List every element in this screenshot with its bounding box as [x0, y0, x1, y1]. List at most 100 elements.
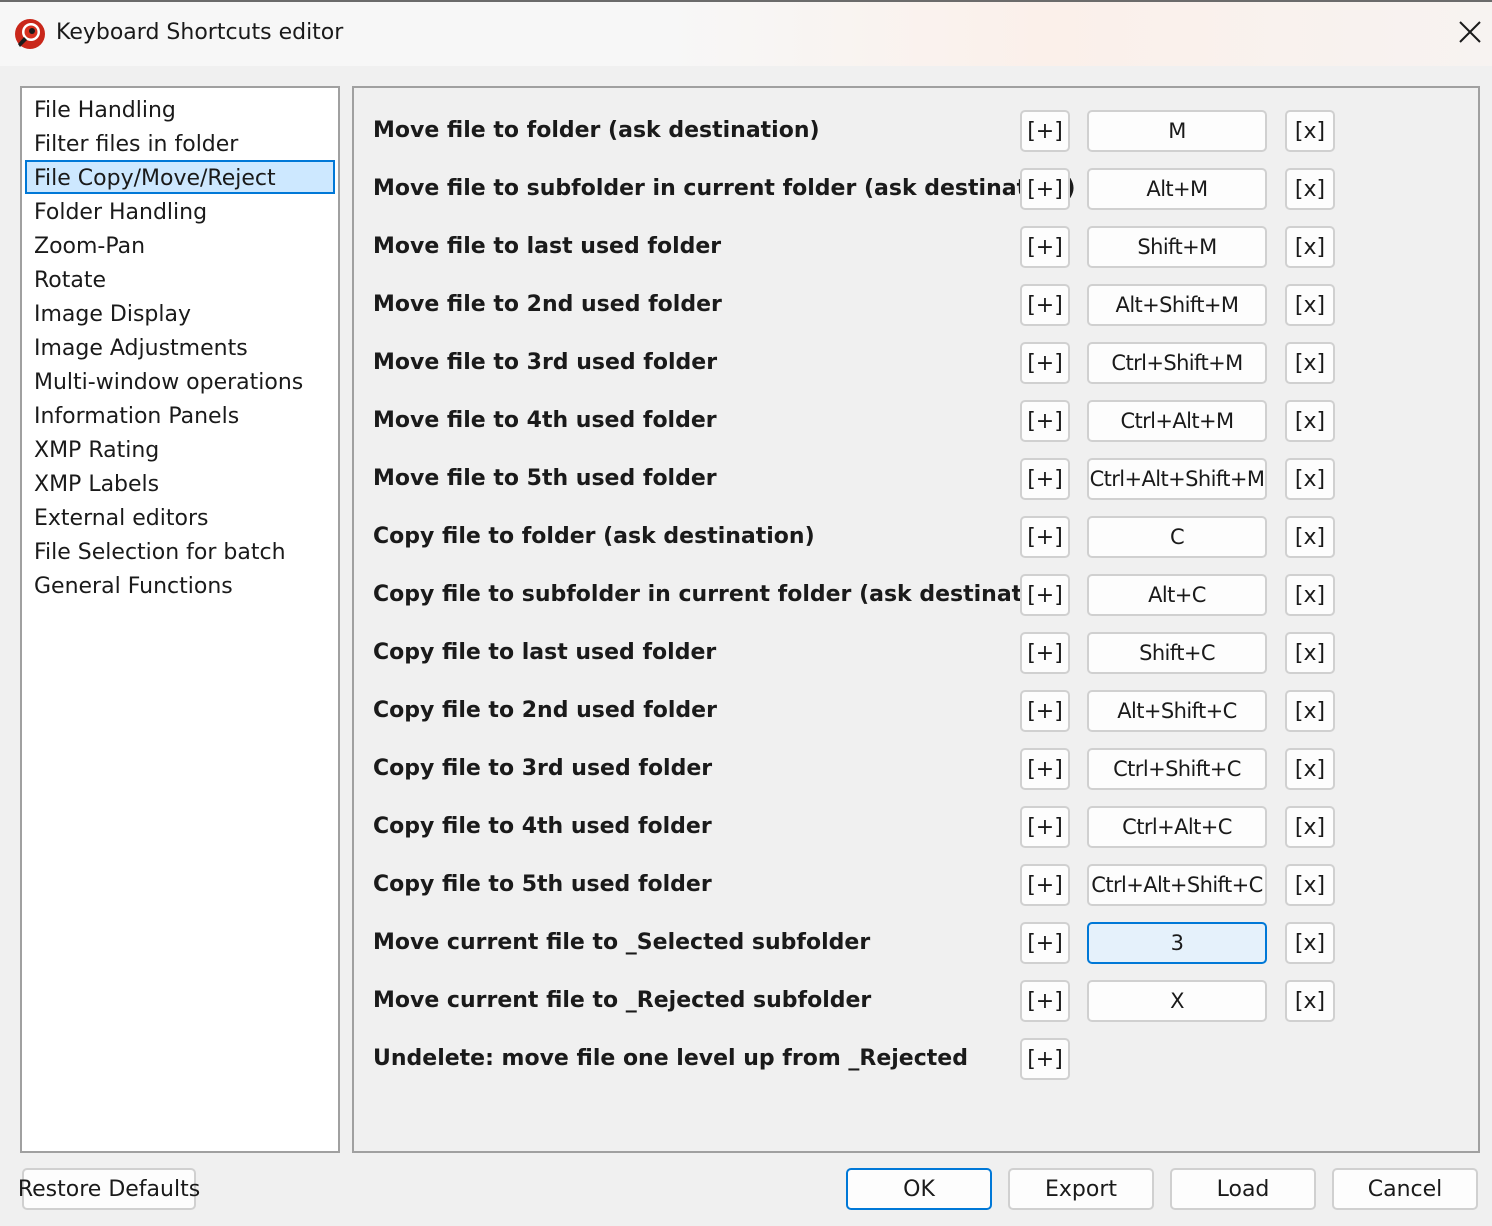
sidebar-item[interactable]: Image Adjustments: [25, 330, 335, 364]
shortcut-action-label: Move file to subfolder in current folder…: [373, 176, 1076, 201]
sidebar-item[interactable]: Information Panels: [25, 398, 335, 432]
sidebar-item[interactable]: Image Display: [25, 296, 335, 330]
add-shortcut-button[interactable]: [+]: [1020, 864, 1070, 906]
sidebar-item[interactable]: External editors: [25, 500, 335, 534]
remove-shortcut-button[interactable]: [x]: [1285, 458, 1335, 500]
shortcut-action-label: Copy file to 2nd used folder: [373, 698, 717, 723]
add-shortcut-button[interactable]: [+]: [1020, 690, 1070, 732]
app-logo-icon: [14, 18, 46, 50]
keyboard-shortcuts-dialog: Keyboard Shortcuts editor File Handling F…: [0, 0, 1492, 1226]
add-shortcut-button[interactable]: [+]: [1020, 922, 1070, 964]
add-shortcut-button[interactable]: [+]: [1020, 980, 1070, 1022]
remove-shortcut-button[interactable]: [x]: [1285, 574, 1335, 616]
remove-shortcut-button[interactable]: [x]: [1285, 632, 1335, 674]
shortcut-action-label: Copy file to last used folder: [373, 640, 717, 665]
shortcut-key-field[interactable]: Ctrl+Alt+M: [1087, 400, 1267, 442]
remove-shortcut-button[interactable]: [x]: [1285, 110, 1335, 152]
add-shortcut-button[interactable]: [+]: [1020, 516, 1070, 558]
shortcut-key-field[interactable]: Ctrl+Shift+C: [1087, 748, 1267, 790]
shortcut-key-field[interactable]: Alt+C: [1087, 574, 1267, 616]
shortcut-row: Move file to 5th used folder [+] Ctrl+Alt+…: [354, 450, 1478, 508]
sidebar-item[interactable]: File Selection for batch: [25, 534, 335, 568]
load-button[interactable]: Load: [1170, 1168, 1316, 1210]
shortcut-key-field[interactable]: Ctrl+Alt+Shift+C: [1087, 864, 1267, 906]
shortcuts-panel: Move file to folder (ask destination) [+]…: [352, 86, 1480, 1153]
title-bar: Keyboard Shortcuts editor: [0, 2, 1492, 66]
shortcut-key-field[interactable]: Ctrl+Alt+C: [1087, 806, 1267, 848]
remove-shortcut-button[interactable]: [x]: [1285, 168, 1335, 210]
shortcut-key-field[interactable]: C: [1087, 516, 1267, 558]
sidebar-item[interactable]: Folder Handling: [25, 194, 335, 228]
remove-shortcut-button[interactable]: [x]: [1285, 864, 1335, 906]
close-icon: [1458, 20, 1482, 48]
remove-shortcut-button[interactable]: [x]: [1285, 922, 1335, 964]
add-shortcut-button[interactable]: [+]: [1020, 226, 1070, 268]
add-shortcut-button[interactable]: [+]: [1020, 400, 1070, 442]
shortcut-action-label: Move file to 4th used folder: [373, 408, 717, 433]
ok-button[interactable]: OK: [846, 1168, 992, 1210]
sidebar-item[interactable]: Filter files in folder: [25, 126, 335, 160]
shortcut-row: Copy file to subfolder in current folder…: [354, 566, 1478, 624]
shortcut-key-field[interactable]: Ctrl+Alt+Shift+M: [1087, 458, 1267, 500]
add-shortcut-button[interactable]: [+]: [1020, 458, 1070, 500]
add-shortcut-button[interactable]: [+]: [1020, 806, 1070, 848]
add-shortcut-button[interactable]: [+]: [1020, 574, 1070, 616]
remove-shortcut-button[interactable]: [x]: [1285, 284, 1335, 326]
shortcut-key-field[interactable]: 3: [1087, 922, 1267, 964]
add-shortcut-button[interactable]: [+]: [1020, 748, 1070, 790]
shortcut-row: Move file to 2nd used folder [+] Alt+Shift…: [354, 276, 1478, 334]
sidebar-item[interactable]: File Copy/Move/Reject: [25, 160, 335, 194]
remove-shortcut-button[interactable]: [x]: [1285, 690, 1335, 732]
add-shortcut-button[interactable]: [+]: [1020, 1038, 1070, 1080]
shortcut-action-label: Move file to folder (ask destination): [373, 118, 820, 143]
add-shortcut-button[interactable]: [+]: [1020, 110, 1070, 152]
sidebar-item[interactable]: Multi-window operations: [25, 364, 335, 398]
shortcut-row: Move file to subfolder in current folder…: [354, 160, 1478, 218]
shortcut-key-field[interactable]: Shift+M: [1087, 226, 1267, 268]
sidebar-item[interactable]: XMP Labels: [25, 466, 335, 500]
restore-defaults-button[interactable]: Restore Defaults: [18, 1168, 200, 1210]
shortcut-action-label: Copy file to 3rd used folder: [373, 756, 713, 781]
shortcut-action-label: Copy file to 4th used folder: [373, 814, 712, 839]
remove-shortcut-button[interactable]: [x]: [1285, 516, 1335, 558]
shortcut-action-label: Undelete: move file one level up from _R…: [373, 1046, 968, 1071]
sidebar-item[interactable]: XMP Rating: [25, 432, 335, 466]
add-shortcut-button[interactable]: [+]: [1020, 632, 1070, 674]
shortcut-row: Move file to folder (ask destination) [+]…: [354, 102, 1478, 160]
shortcut-key-field[interactable]: Alt+Shift+M: [1087, 284, 1267, 326]
shortcut-action-label: Copy file to folder (ask destination): [373, 524, 815, 549]
remove-shortcut-button[interactable]: [x]: [1285, 748, 1335, 790]
shortcut-row: Copy file to 5th used folder [+] Ctrl+Alt+…: [354, 856, 1478, 914]
sidebar-item[interactable]: File Handling: [25, 92, 335, 126]
shortcut-action-label: Move file to last used folder: [373, 234, 722, 259]
remove-shortcut-button[interactable]: [x]: [1285, 400, 1335, 442]
add-shortcut-button[interactable]: [+]: [1020, 168, 1070, 210]
shortcut-key-field[interactable]: Alt+M: [1087, 168, 1267, 210]
shortcut-key-field[interactable]: M: [1087, 110, 1267, 152]
cancel-button[interactable]: Cancel: [1332, 1168, 1478, 1210]
shortcut-key-field[interactable]: Alt+Shift+C: [1087, 690, 1267, 732]
remove-shortcut-button[interactable]: [x]: [1285, 806, 1335, 848]
sidebar-item[interactable]: General Functions: [25, 568, 335, 602]
shortcut-row: Copy file to 3rd used folder [+] Ctrl+Shif…: [354, 740, 1478, 798]
shortcut-action-label: Move file to 2nd used folder: [373, 292, 722, 317]
shortcut-action-label: Copy file to 5th used folder: [373, 872, 712, 897]
shortcut-key-field[interactable]: Shift+C: [1087, 632, 1267, 674]
sidebar-item[interactable]: Zoom-Pan: [25, 228, 335, 262]
shortcut-row: Copy file to 2nd used folder [+] Alt+Shift…: [354, 682, 1478, 740]
shortcut-row: Move file to last used folder [+] Shift+M […: [354, 218, 1478, 276]
add-shortcut-button[interactable]: [+]: [1020, 284, 1070, 326]
sidebar-item[interactable]: Rotate: [25, 262, 335, 296]
add-shortcut-button[interactable]: [+]: [1020, 342, 1070, 384]
remove-shortcut-button[interactable]: [x]: [1285, 342, 1335, 384]
shortcut-key-field[interactable]: X: [1087, 980, 1267, 1022]
shortcut-row: Move file to 4th used folder [+] Ctrl+Alt+…: [354, 392, 1478, 450]
category-list[interactable]: File Handling Filter files in folder File …: [20, 86, 340, 1153]
export-button[interactable]: Export: [1008, 1168, 1154, 1210]
remove-shortcut-button[interactable]: [x]: [1285, 226, 1335, 268]
remove-shortcut-button[interactable]: [x]: [1285, 980, 1335, 1022]
close-button[interactable]: [1452, 14, 1488, 54]
shortcut-key-field[interactable]: Ctrl+Shift+M: [1087, 342, 1267, 384]
shortcut-action-label: Copy file to subfolder in current folder…: [373, 582, 1071, 607]
shortcut-row: Copy file to folder (ask destination) [+]…: [354, 508, 1478, 566]
